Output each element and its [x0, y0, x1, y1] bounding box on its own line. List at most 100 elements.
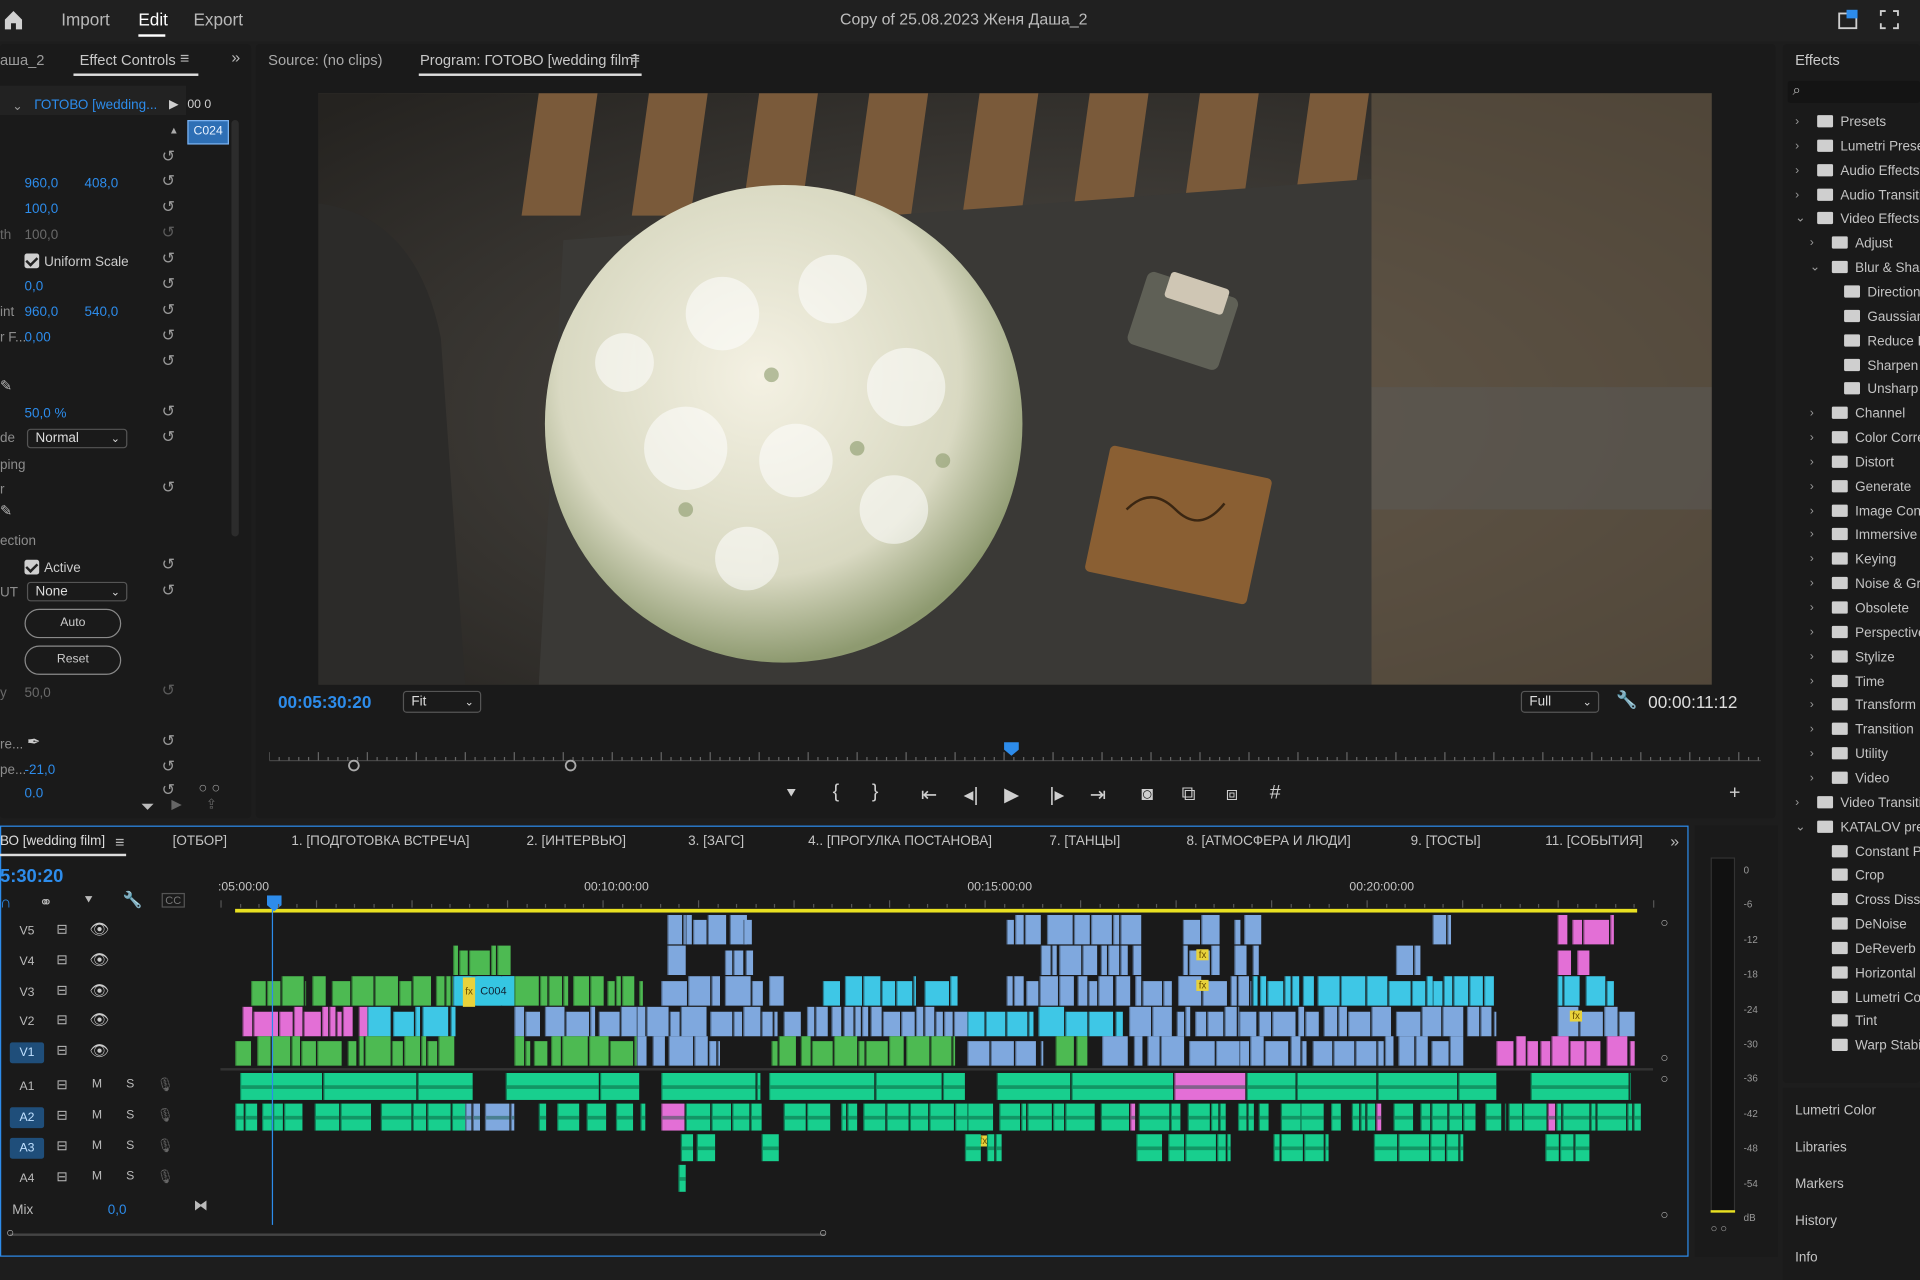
audio-clip[interactable]	[1398, 1134, 1429, 1162]
audio-clip[interactable]	[1021, 1103, 1027, 1131]
video-clip[interactable]	[896, 981, 913, 1006]
effects-tree-item[interactable]: Crop	[1783, 866, 1920, 888]
video-clip[interactable]	[322, 1006, 329, 1037]
effects-tree-item[interactable]: › Distort	[1783, 453, 1920, 475]
video-clip[interactable]	[1604, 1006, 1618, 1037]
sync-lock-icon[interactable]: ⊟	[56, 982, 67, 999]
video-clip[interactable]	[1526, 1041, 1538, 1066]
chevron-right-icon[interactable]: ›	[1810, 772, 1814, 785]
video-clip[interactable]	[421, 1036, 427, 1066]
video-clip[interactable]	[773, 1011, 778, 1037]
audio-clip[interactable]	[1562, 1103, 1590, 1131]
video-clip[interactable]	[1230, 976, 1237, 1006]
chevron-right-icon[interactable]: ›	[1810, 504, 1814, 517]
video-clip[interactable]	[358, 1006, 368, 1037]
microphone-icon[interactable]: 🎙	[157, 1138, 174, 1154]
video-clip[interactable]	[1557, 950, 1572, 976]
audio-clip[interactable]	[1377, 1072, 1458, 1100]
audio-clip[interactable]	[484, 1103, 510, 1131]
sequence-tab[interactable]: 2. [ИНТЕРВЬЮ]	[527, 834, 627, 849]
video-clip[interactable]	[783, 1011, 801, 1037]
video-clip[interactable]	[1115, 1011, 1123, 1037]
audio-clip[interactable]	[750, 1103, 762, 1131]
video-clip[interactable]	[1442, 1006, 1464, 1037]
video-clip[interactable]	[882, 1011, 901, 1037]
video-clip[interactable]	[1297, 1006, 1305, 1037]
audio-clip[interactable]	[284, 1103, 303, 1131]
video-clip[interactable]	[1515, 1036, 1526, 1066]
video-clip[interactable]	[636, 1006, 646, 1037]
video-clip[interactable]	[1135, 976, 1142, 1006]
audio-clip[interactable]	[661, 1103, 685, 1131]
video-clip[interactable]	[1414, 945, 1421, 976]
effects-search-input[interactable]	[1787, 80, 1920, 103]
sync-lock-icon[interactable]: ⊟	[56, 1107, 67, 1124]
video-clip[interactable]	[667, 945, 686, 976]
video-clip[interactable]	[811, 1041, 833, 1066]
video-clip[interactable]	[694, 1036, 708, 1066]
track-label-a3[interactable]: A3	[9, 1137, 45, 1159]
effects-tree-item[interactable]: ⌄ KATALOV pres	[1783, 818, 1920, 840]
video-clip[interactable]	[427, 1041, 438, 1066]
video-clip[interactable]	[858, 1041, 865, 1066]
video-clip[interactable]	[367, 1006, 391, 1037]
sequence-tab[interactable]: 1. [ПОДГОТОВКА ВСТРЕЧА]	[291, 834, 469, 849]
video-clip[interactable]	[391, 1041, 403, 1066]
chevron-right-icon[interactable]: ›	[1810, 528, 1814, 541]
video-clip[interactable]	[1371, 1006, 1392, 1037]
video-clip[interactable]	[351, 976, 374, 1006]
video-clip[interactable]	[293, 1006, 303, 1037]
track-label-a1[interactable]: A1	[15, 1077, 39, 1098]
audio-clip[interactable]	[1360, 1103, 1366, 1131]
video-clip[interactable]	[1076, 1036, 1088, 1066]
audio-clip[interactable]	[685, 1103, 711, 1131]
video-clip[interactable]	[935, 1011, 943, 1037]
eye-icon[interactable]: 👁	[89, 981, 109, 1001]
video-clip[interactable]	[862, 1006, 869, 1037]
audio-clip[interactable]	[240, 1072, 323, 1100]
video-clip[interactable]	[1305, 1011, 1319, 1037]
sync-lock-icon[interactable]: ⊟	[56, 1138, 67, 1154]
solo-button[interactable]: S	[126, 1170, 134, 1183]
microphone-icon[interactable]: 🎙	[157, 1107, 174, 1124]
chevron-right-icon[interactable]: ›	[1795, 115, 1799, 128]
audio-clip[interactable]	[1065, 1103, 1095, 1131]
audio-clip[interactable]	[875, 1072, 942, 1100]
effects-tree-item[interactable]: Sharpen	[1783, 356, 1920, 378]
chevron-right-icon[interactable]: ›	[1810, 577, 1814, 590]
video-clip[interactable]	[1395, 1011, 1421, 1037]
audio-clip[interactable]	[1508, 1103, 1523, 1131]
video-clip[interactable]	[607, 981, 615, 1006]
sync-lock-icon[interactable]: ⊟	[56, 1042, 67, 1059]
effects-tree-item[interactable]: Cross Disso	[1783, 891, 1920, 913]
video-clip[interactable]	[1073, 914, 1090, 945]
video-clip[interactable]	[1132, 945, 1142, 976]
audio-clip[interactable]	[1331, 1103, 1341, 1131]
video-clip[interactable]	[1431, 1041, 1449, 1066]
video-clip[interactable]	[724, 950, 733, 976]
video-clip[interactable]	[1040, 1041, 1044, 1066]
chevron-right-icon[interactable]: ›	[1810, 601, 1814, 614]
video-clip[interactable]	[1098, 976, 1114, 1006]
video-clip[interactable]	[271, 1036, 291, 1066]
video-clip[interactable]	[990, 1041, 1014, 1066]
sync-lock-icon[interactable]: ⊟	[56, 1012, 67, 1028]
audio-clip[interactable]	[996, 1072, 1071, 1100]
mute-button[interactable]: M	[92, 1139, 102, 1152]
video-clip[interactable]	[688, 976, 711, 1006]
video-clip[interactable]	[743, 1006, 761, 1037]
video-clip[interactable]	[331, 981, 351, 1006]
video-clip[interactable]	[514, 1006, 525, 1037]
video-clip[interactable]	[1384, 1036, 1394, 1066]
video-clip[interactable]	[1348, 1011, 1371, 1037]
video-clip[interactable]	[1015, 914, 1024, 945]
audio-clip[interactable]	[1071, 1072, 1174, 1100]
video-clip[interactable]	[806, 1006, 815, 1037]
video-clip[interactable]	[1366, 976, 1388, 1006]
video-clip[interactable]	[985, 1011, 1006, 1037]
audio-clip[interactable]	[505, 1072, 599, 1100]
effects-tree-item[interactable]: › Stylize	[1783, 648, 1920, 670]
video-clip[interactable]	[924, 981, 949, 1006]
video-clip[interactable]	[1629, 1041, 1635, 1066]
video-clip[interactable]	[540, 976, 548, 1006]
